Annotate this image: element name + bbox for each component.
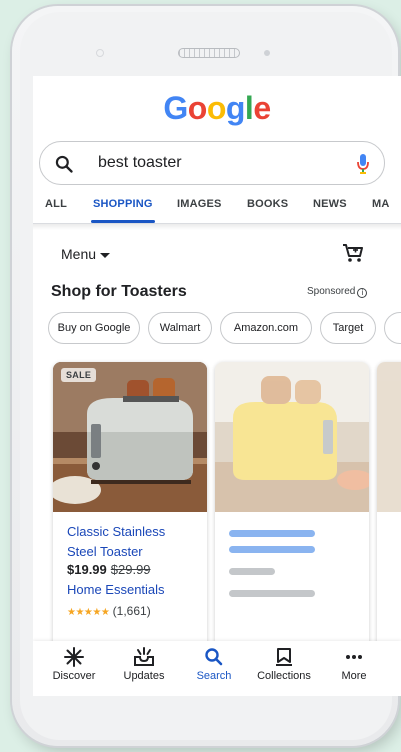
- bottom-navigation: Discover Updates Search Collections More: [33, 641, 401, 696]
- tabs-shadow: [33, 224, 401, 230]
- tab-images[interactable]: IMAGES: [177, 198, 222, 210]
- bookmark-icon: [276, 648, 292, 666]
- product-card-placeholder[interactable]: [215, 362, 369, 662]
- sale-price: $19.99: [67, 562, 107, 577]
- google-logo[interactable]: Google: [33, 90, 401, 127]
- cart-icon[interactable]: [342, 243, 364, 263]
- section-title: Shop for Toasters: [51, 283, 187, 300]
- tab-shopping[interactable]: SHOPPING: [93, 198, 153, 210]
- product-card-peek[interactable]: [377, 362, 401, 662]
- product-store[interactable]: Home Essentials: [67, 582, 165, 597]
- logo-letter: e: [253, 90, 271, 126]
- loading-bar: [229, 568, 275, 575]
- product-image-graphic: [377, 362, 401, 512]
- product-card[interactable]: SALE Classic Stainless Steel Toaster $19…: [53, 362, 207, 662]
- nav-more[interactable]: More: [319, 647, 389, 682]
- chip-target[interactable]: Target: [320, 312, 376, 344]
- nav-label: Search: [196, 670, 232, 682]
- loading-bar: [229, 546, 315, 553]
- product-rating: ★★★★★ (1,661): [67, 604, 151, 618]
- front-camera: [264, 50, 270, 56]
- loading-bar: [229, 530, 315, 537]
- tab-maps[interactable]: MA: [372, 198, 390, 210]
- microphone-icon[interactable]: [356, 153, 370, 175]
- logo-letter: G: [163, 90, 188, 126]
- nav-collections[interactable]: Collections: [249, 647, 319, 682]
- asterisk-icon: [64, 647, 84, 667]
- chip-more[interactable]: [384, 312, 401, 344]
- phone-screen: Google best toaster ALL SHOPPING IMAGES …: [33, 76, 401, 696]
- search-icon: [205, 648, 223, 666]
- menu-label: Menu: [61, 246, 97, 262]
- nav-discover[interactable]: Discover: [39, 647, 109, 682]
- more-dots-icon: [346, 655, 362, 659]
- toaster-image: [53, 362, 207, 512]
- inbox-icon: [134, 647, 154, 666]
- product-price: $19.99 $29.99: [67, 562, 151, 577]
- search-tabs: ALL SHOPPING IMAGES BOOKS NEWS MA: [33, 194, 401, 224]
- nav-label: Discover: [52, 670, 96, 682]
- chip-walmart[interactable]: Walmart: [148, 312, 212, 344]
- nav-label: Collections: [257, 670, 311, 682]
- chip-buy-on-google[interactable]: Buy on Google: [48, 312, 140, 344]
- toaster-image: [215, 362, 369, 512]
- search-bar[interactable]: best toaster: [39, 141, 385, 185]
- nav-label: More: [341, 670, 367, 682]
- star-rating-icon: ★★★★★: [67, 607, 110, 618]
- tab-books[interactable]: BOOKS: [247, 198, 288, 210]
- sponsored-text: Sponsored: [307, 286, 356, 297]
- sponsored-label[interactable]: Sponsored i: [307, 286, 368, 298]
- info-icon: i: [357, 288, 368, 298]
- search-input[interactable]: best toaster: [98, 154, 182, 172]
- rating-count: (1,661): [112, 604, 151, 618]
- caret-down-icon: [100, 252, 111, 258]
- product-image: [377, 362, 401, 512]
- sale-badge: SALE: [61, 368, 97, 382]
- product-image[interactable]: SALE: [53, 362, 207, 512]
- menu-dropdown[interactable]: Menu: [61, 246, 111, 262]
- front-sensor: [96, 49, 104, 57]
- nav-label: Updates: [123, 670, 165, 682]
- nav-updates[interactable]: Updates: [109, 647, 179, 682]
- tab-news[interactable]: NEWS: [313, 198, 347, 210]
- product-title[interactable]: Classic Stainless Steel Toaster: [67, 522, 197, 562]
- chip-amazon[interactable]: Amazon.com: [220, 312, 312, 344]
- logo-letter: o: [206, 90, 227, 126]
- product-image: [215, 362, 369, 512]
- nav-search[interactable]: Search: [179, 647, 249, 682]
- speaker-grille: [178, 48, 240, 58]
- loading-bar: [229, 590, 315, 597]
- original-price: $29.99: [110, 562, 151, 577]
- logo-letter: o: [187, 90, 208, 126]
- search-icon[interactable]: [54, 154, 74, 174]
- tab-all[interactable]: ALL: [45, 198, 67, 210]
- logo-letter: g: [225, 90, 246, 126]
